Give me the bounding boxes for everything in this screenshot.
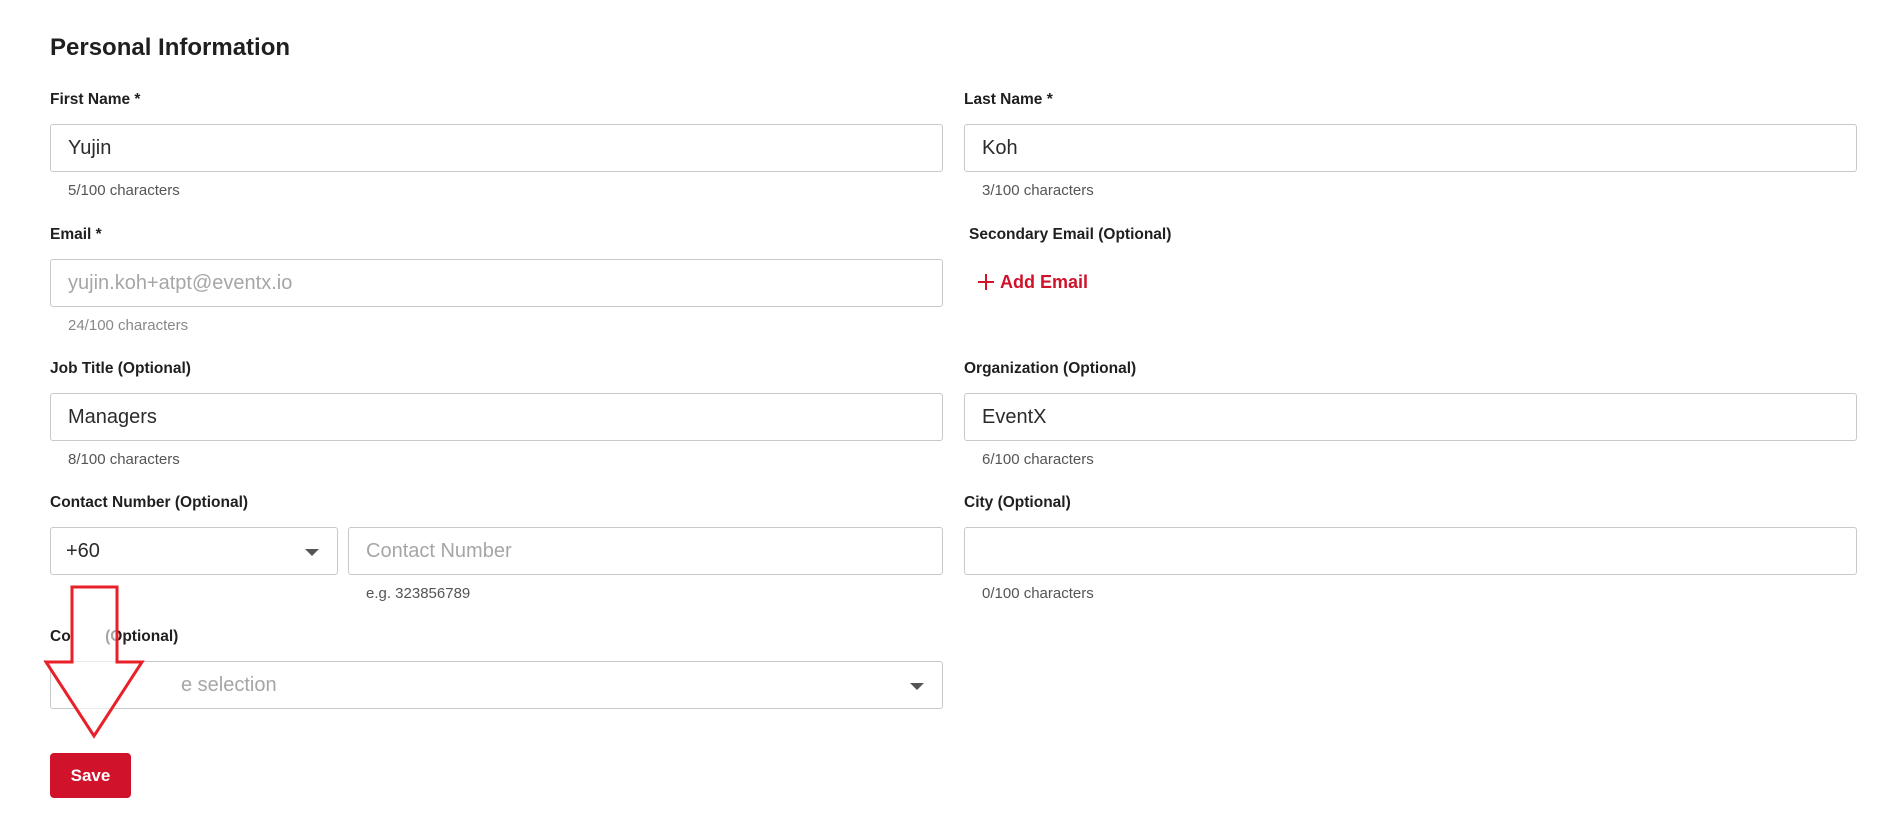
job-title-label: Job Title (Optional) [50, 360, 191, 377]
page-title: Personal Information [50, 34, 291, 61]
first-name-input[interactable] [50, 124, 943, 172]
city-label: City (Optional) [964, 494, 1071, 511]
email-input[interactable] [50, 259, 943, 307]
email-label: Email * [50, 226, 102, 243]
chevron-down-icon [910, 683, 924, 690]
organization-input[interactable] [964, 393, 1857, 441]
add-email-label: Add Email [1000, 271, 1089, 292]
secondary-email-label: Secondary Email (Optional) [969, 226, 1172, 243]
first-name-label: First Name * [50, 91, 141, 108]
job-title-input[interactable] [50, 393, 943, 441]
contact-number-input[interactable] [348, 527, 943, 575]
last-name-label: Last Name * [964, 91, 1053, 108]
contact-number-label: Contact Number (Optional) [50, 494, 249, 511]
city-counter: 0/100 characters [982, 585, 1094, 602]
country-select[interactable]: e selection [50, 661, 943, 709]
organization-label: Organization (Optional) [964, 360, 1137, 377]
chevron-down-icon [305, 549, 319, 556]
plus-icon [978, 274, 994, 290]
organization-counter: 6/100 characters [982, 451, 1094, 468]
country-code-value: +60 [66, 539, 100, 562]
save-button[interactable]: Save [50, 753, 131, 798]
country-label: Co (Optional) [50, 628, 179, 645]
city-input[interactable] [964, 527, 1857, 575]
country-code-select[interactable]: +60 [50, 527, 338, 575]
add-email-button[interactable]: Add Email [978, 268, 1088, 296]
last-name-counter: 3/100 characters [982, 182, 1094, 199]
last-name-input[interactable] [964, 124, 1857, 172]
contact-number-hint: e.g. 323856789 [366, 585, 471, 602]
email-counter: 24/100 characters [68, 317, 189, 334]
country-placeholder: e selection [181, 673, 277, 696]
first-name-counter: 5/100 characters [68, 182, 180, 199]
job-title-counter: 8/100 characters [68, 451, 180, 468]
